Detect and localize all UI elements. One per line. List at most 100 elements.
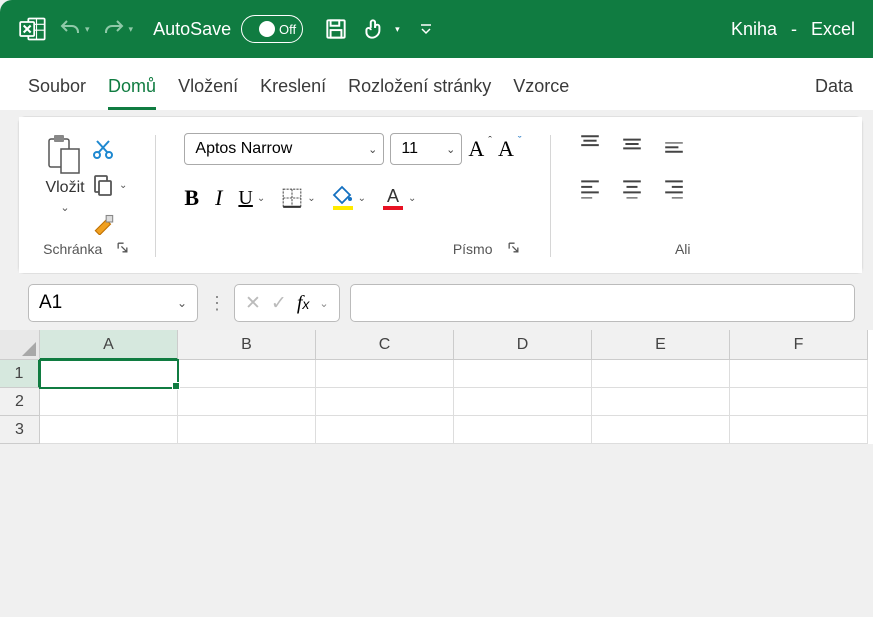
bold-button[interactable]: B [184, 185, 199, 211]
group-clipboard: Vložit ⌄ ⌄ Schránka [35, 127, 137, 265]
chevron-down-icon: ⌄ [60, 201, 69, 214]
row-header[interactable]: 1 [0, 360, 40, 388]
autosave-control: AutoSave Off [153, 15, 303, 43]
insert-function-button[interactable]: fx [297, 292, 310, 315]
tab-rozlozeni[interactable]: Rozložení stránky [348, 76, 491, 110]
name-box-value: A1 [39, 292, 62, 314]
namebox-resize-handle[interactable]: ⋮ [208, 293, 224, 314]
tab-vlozeni[interactable]: Vložení [178, 76, 238, 110]
row-header[interactable]: 3 [0, 416, 40, 444]
cell[interactable] [730, 416, 868, 444]
align-center-button[interactable] [621, 177, 643, 199]
cell[interactable] [40, 416, 178, 444]
align-top-button[interactable] [579, 133, 601, 155]
chevron-down-icon: ⌄ [358, 193, 366, 204]
tab-domu[interactable]: Domů [108, 76, 156, 110]
touch-mode-button[interactable]: ▾ [359, 12, 402, 46]
tab-soubor[interactable]: Soubor [28, 76, 86, 110]
autosave-state: Off [279, 22, 296, 37]
chevron-down-icon[interactable]: ⌄ [319, 297, 328, 310]
tab-kresleni[interactable]: Kreslení [260, 76, 326, 110]
chevron-down-icon: ▾ [129, 24, 134, 35]
chevron-down-icon: ⌄ [177, 296, 187, 310]
font-launcher[interactable] [507, 241, 520, 257]
chevron-down-icon: ⌄ [360, 143, 377, 156]
cell[interactable] [316, 360, 454, 388]
autosave-toggle[interactable]: Off [241, 15, 303, 43]
font-name-combo[interactable]: Aptos Narrow ⌄ [184, 133, 384, 165]
group-label-font: Písmo [453, 241, 493, 257]
column-header[interactable]: B [178, 330, 316, 360]
italic-button[interactable]: I [215, 185, 222, 211]
window-title: Kniha - Excel [731, 19, 855, 40]
undo-button[interactable]: ▾ [56, 13, 92, 45]
excel-app-icon [18, 14, 48, 44]
select-all-corner[interactable] [0, 330, 40, 360]
chevron-down-icon: ⌄ [119, 180, 127, 191]
copy-button[interactable]: ⌄ [91, 173, 127, 197]
column-header[interactable]: A [40, 330, 178, 360]
cell[interactable] [178, 388, 316, 416]
qat-customize-button[interactable] [416, 17, 436, 41]
font-color-button[interactable]: A ⌄ [382, 185, 416, 211]
titlebar: ▾ ▾ AutoSave Off ▾ Kniha - Excel [0, 0, 873, 58]
cell[interactable] [454, 360, 592, 388]
format-painter-button[interactable] [91, 209, 127, 235]
cell[interactable] [40, 388, 178, 416]
formula-bar-row: A1 ⌄ ⋮ ✕ ✓ fx ⌄ [0, 274, 873, 330]
title-separator: - [791, 19, 797, 40]
cell-a1[interactable] [40, 360, 178, 388]
font-size-combo[interactable]: 11 ⌄ [390, 133, 462, 165]
paste-button[interactable]: Vložit ⌄ [45, 133, 85, 214]
column-header[interactable]: F [730, 330, 868, 360]
column-header[interactable]: C [316, 330, 454, 360]
cell[interactable] [454, 388, 592, 416]
spreadsheet-grid: A B C D E F 1 2 3 [0, 330, 873, 444]
cell[interactable] [178, 360, 316, 388]
group-label-alignment: Ali [675, 241, 691, 257]
paste-label: Vložit [45, 179, 84, 197]
borders-button[interactable]: ⌄ [281, 187, 315, 209]
align-bottom-button[interactable] [663, 133, 685, 155]
cell[interactable] [592, 388, 730, 416]
formula-bar-input[interactable] [350, 284, 855, 322]
save-button[interactable] [321, 12, 351, 46]
cell[interactable] [316, 416, 454, 444]
cut-button[interactable] [91, 137, 127, 161]
cancel-formula-button[interactable]: ✕ [245, 292, 261, 315]
row-header[interactable]: 2 [0, 388, 40, 416]
decrease-font-button[interactable]: Aˇ [498, 136, 522, 162]
chevron-down-icon: ▾ [395, 24, 400, 35]
fill-color-button[interactable]: ⌄ [332, 185, 366, 211]
clipboard-launcher[interactable] [116, 241, 129, 257]
name-box[interactable]: A1 ⌄ [28, 284, 198, 322]
cell[interactable] [592, 416, 730, 444]
tab-data[interactable]: Data [815, 76, 853, 110]
font-name-value: Aptos Narrow [195, 140, 292, 158]
cell[interactable] [730, 388, 868, 416]
enter-formula-button[interactable]: ✓ [271, 292, 287, 315]
align-left-button[interactable] [579, 177, 601, 199]
tab-vzorce[interactable]: Vzorce [513, 76, 569, 110]
cell[interactable] [454, 416, 592, 444]
cell[interactable] [730, 360, 868, 388]
autosave-label: AutoSave [153, 19, 231, 40]
chevron-down-icon: ⌄ [438, 143, 455, 156]
ribbon-tabs: Soubor Domů Vložení Kreslení Rozložení s… [0, 58, 873, 110]
align-middle-button[interactable] [621, 133, 643, 155]
column-header[interactable]: D [454, 330, 592, 360]
chevron-down-icon: ⌄ [408, 193, 416, 204]
group-alignment: Ali [569, 127, 695, 265]
redo-button[interactable]: ▾ [100, 13, 136, 45]
align-right-button[interactable] [663, 177, 685, 199]
underline-button[interactable]: U⌄ [238, 187, 265, 210]
cell[interactable] [316, 388, 454, 416]
svg-text:A: A [387, 186, 399, 206]
document-name: Kniha [731, 19, 777, 40]
cell[interactable] [592, 360, 730, 388]
cell[interactable] [178, 416, 316, 444]
increase-font-button[interactable]: Aˆ [468, 136, 492, 162]
ribbon: Vložit ⌄ ⌄ Schránka [18, 116, 863, 274]
column-header[interactable]: E [592, 330, 730, 360]
formula-controls: ✕ ✓ fx ⌄ [234, 284, 340, 322]
